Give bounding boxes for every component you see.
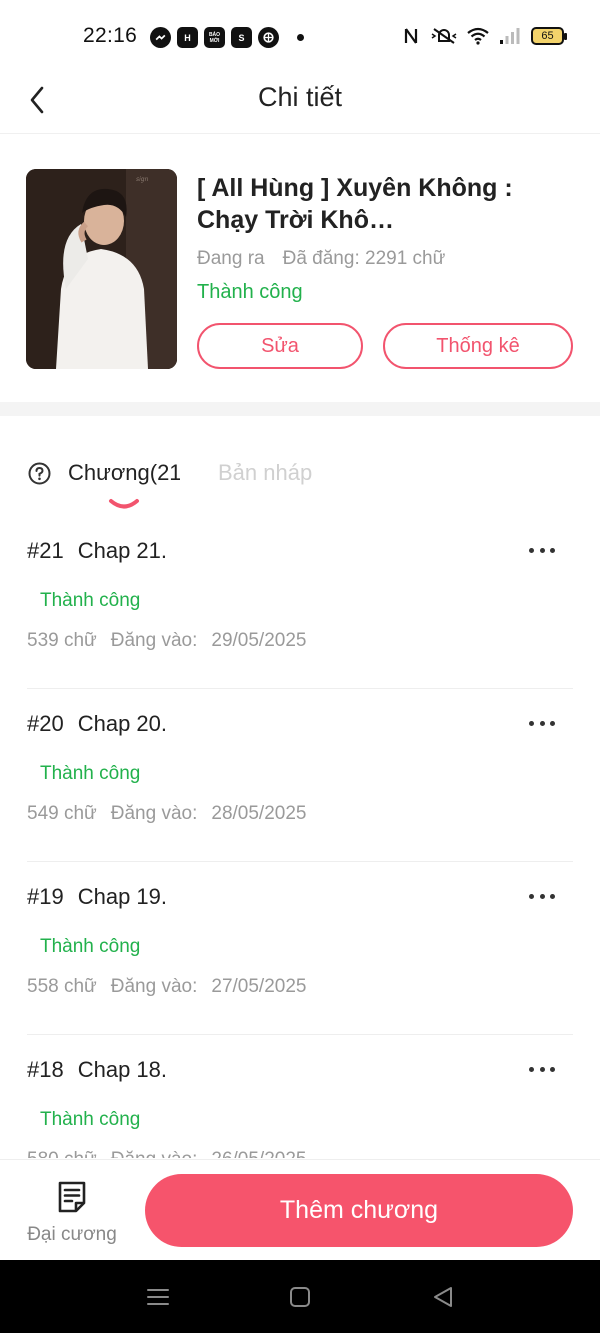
chapter-words: 549 chữ <box>27 803 97 824</box>
chapter-date: 27/05/2025 <box>211 976 307 997</box>
chapter-posted-label: Đăng vào: <box>110 803 198 824</box>
chapter-words: 558 chữ <box>27 976 97 997</box>
battery-icon: 65 <box>531 27 567 45</box>
system-nav-bar <box>0 1260 600 1333</box>
outline-button[interactable]: Đại cương <box>20 1178 124 1250</box>
chapter-row[interactable]: #20 Chap 20. Thành công 549 chữ Đăng vào: 2… <box>27 689 573 862</box>
chapter-number: #19 <box>27 884 64 909</box>
back-triangle-icon[interactable] <box>430 1284 456 1310</box>
section-divider <box>0 402 600 416</box>
mute-bell-icon <box>431 28 457 44</box>
baomoi-icon: BÁO MỚI <box>204 27 225 48</box>
story-card: sign [ All Hùng ] Xuyên Không : Chạy Trờ… <box>0 134 600 402</box>
chapter-status: Thành công <box>40 590 141 611</box>
chapter-status: Thành công <box>40 763 141 784</box>
chapter-posted-label: Đăng vào: <box>110 976 198 997</box>
tab-drafts[interactable]: Bản nháp <box>218 460 312 486</box>
chapter-heading: #19 Chap 19. <box>27 884 167 910</box>
chapter-date: 26/05/2025 <box>211 1149 306 1158</box>
story-meta: Đang ra Đã đăng: 2291 chữ <box>197 248 445 270</box>
add-chapter-button[interactable]: Thêm chương <box>145 1174 573 1247</box>
document-icon <box>58 1181 86 1213</box>
status-time: 22:16 <box>83 24 138 47</box>
chapter-title: Chap 21. <box>77 538 168 563</box>
more-options-icon[interactable] <box>529 1059 555 1079</box>
chapter-meta: 549 chữ Đăng vào: 28/05/2025 <box>27 803 306 825</box>
app-header: Chi tiết <box>0 76 600 134</box>
ball-app-icon <box>258 27 279 48</box>
chapter-row[interactable]: #21 Chap 21. Thành công 539 chữ Đăng vào: 2… <box>27 516 573 689</box>
chapter-number: #20 <box>27 711 64 736</box>
chapter-status: Thành công <box>40 1109 141 1130</box>
notification-icons: H BÁO MỚI S <box>150 27 304 48</box>
chapter-date: 29/05/2025 <box>211 630 307 651</box>
page-title: Chi tiết <box>257 82 343 112</box>
chapter-words: 539 chữ <box>27 630 97 651</box>
more-options-icon[interactable] <box>529 886 555 906</box>
more-notifications-dot <box>297 34 304 41</box>
chapter-title: Chap 18. <box>77 1057 168 1082</box>
system-icons: 65 <box>403 26 567 46</box>
cover-illustration: sign <box>26 169 177 369</box>
story-word-count: Đã đăng: 2291 chữ <box>282 248 446 269</box>
outline-label: Đại cương <box>27 1224 117 1245</box>
help-icon[interactable] <box>28 462 51 485</box>
chapter-number: #18 <box>27 1057 64 1082</box>
more-options-icon[interactable] <box>529 713 555 733</box>
chapter-posted-label: Đăng vào: <box>110 630 198 651</box>
story-status: Thành công <box>197 281 303 303</box>
chapter-row[interactable]: #18 Chap 18. Thành công 580 chữ Đăng vào: 2… <box>27 1035 573 1158</box>
chapter-meta: 580 chữ Đăng vào: 26/05/2025 <box>27 1149 306 1158</box>
chapter-heading: #18 Chap 18. <box>27 1057 167 1083</box>
chapter-words: 580 chữ <box>27 1149 97 1158</box>
chapter-status: Thành công <box>40 936 141 957</box>
chapter-heading: #20 Chap 20. <box>27 711 167 737</box>
active-tab-indicator <box>109 499 139 509</box>
h-app-icon: H <box>177 27 198 48</box>
chapter-row[interactable]: #19 Chap 19. Thành công 558 chữ Đăng vào: 2… <box>27 862 573 1035</box>
chapter-tabs: Chương(21) Bản nháp <box>0 416 600 516</box>
chapter-title: Chap 19. <box>77 884 168 909</box>
statistics-button[interactable]: Thống kê <box>383 323 573 369</box>
nfc-icon <box>404 28 418 44</box>
chapter-meta: 558 chữ Đăng vào: 27/05/2025 <box>27 976 306 998</box>
bottom-action-bar: Đại cương Thêm chương <box>0 1159 600 1260</box>
chapter-meta: 539 chữ Đăng vào: 29/05/2025 <box>27 630 306 652</box>
chapter-date: 28/05/2025 <box>211 803 307 824</box>
signal-icon <box>500 28 520 44</box>
story-title[interactable]: [ All Hùng ] Xuyên Không : Chạy Trời Khô… <box>197 172 527 236</box>
tab-chapters[interactable]: Chương(21) <box>68 460 180 486</box>
story-cover-image[interactable]: sign <box>26 169 177 369</box>
menu-icon[interactable] <box>145 1284 171 1310</box>
chapter-heading: #21 Chap 21. <box>27 538 167 564</box>
shopee-icon: S <box>231 27 252 48</box>
chapter-number: #21 <box>27 538 64 563</box>
status-bar: 22:16 H BÁO MỚI S 65 <box>0 0 600 76</box>
edit-button[interactable]: Sửa <box>197 323 363 369</box>
svg-text:sign: sign <box>136 176 149 183</box>
more-options-icon[interactable] <box>529 540 555 560</box>
story-state: Đang ra <box>197 248 265 269</box>
chapter-list: #21 Chap 21. Thành công 539 chữ Đăng vào: 2… <box>0 516 600 1158</box>
messenger-icon <box>150 27 171 48</box>
home-icon[interactable] <box>287 1284 313 1310</box>
wifi-icon <box>467 27 489 45</box>
chapter-title: Chap 20. <box>77 711 168 736</box>
chapter-posted-label: Đăng vào: <box>111 1149 198 1158</box>
